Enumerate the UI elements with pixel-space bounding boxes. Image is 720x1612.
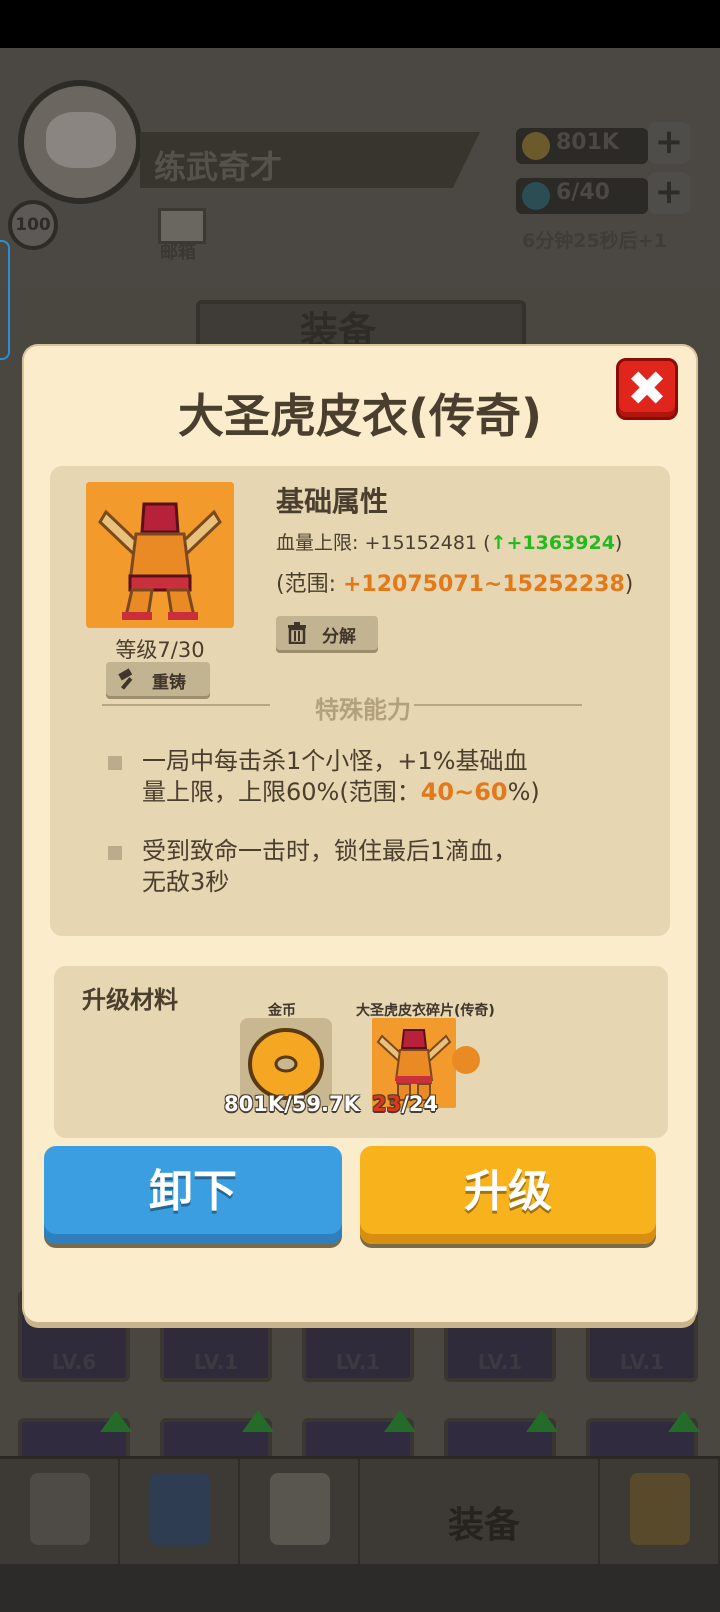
equipment-detail-modal: 大圣虎皮衣(传奇) ✖ 等级7/30 重铸 基础属性 血量上限: +151524… <box>24 346 696 1322</box>
special-ability-1: 一局中每击杀1个小怪，+1%基础血 量上限，上限60%(范围：40~60%) <box>142 746 540 808</box>
divider-right <box>414 704 582 706</box>
upgrade-arrow-icon <box>100 1410 132 1432</box>
slot-level: LV.1 <box>619 1350 665 1374</box>
shard-material-label: 大圣虎皮衣碎片(传奇) <box>356 1003 495 1019</box>
decompose-button[interactable]: 分解 <box>276 616 378 650</box>
slot-level: LV.1 <box>193 1350 239 1374</box>
special-ability-2: 受到致命一击时，锁住最后1滴血， 无敌3秒 <box>142 836 517 898</box>
system-nav-bar <box>0 1564 720 1612</box>
scroll-icon <box>30 1473 90 1545</box>
divider-left <box>102 704 270 706</box>
mail-label: 邮箱 <box>160 242 196 263</box>
upgrade-arrow-icon <box>384 1410 416 1432</box>
attributes-panel: 等级7/30 重铸 基础属性 血量上限: +15152481 (↑+136392… <box>50 466 670 936</box>
upgrade-arrow-icon <box>668 1410 700 1432</box>
side-tab[interactable] <box>0 240 10 360</box>
slot-level: LV.1 <box>477 1350 523 1374</box>
range-value: +12075071~15252238 <box>343 572 625 597</box>
bottom-nav <box>0 1456 720 1567</box>
add-gold-button[interactable]: + <box>648 122 690 164</box>
gold-material-count: 801K/59.7K <box>224 1092 360 1116</box>
hammer-icon <box>118 668 133 690</box>
tiger-skin-armor-icon <box>86 482 234 628</box>
ability-2-line-1: 受到致命一击时，锁住最后1滴血， <box>142 837 518 865</box>
ability-1-text: 量上限，上限60%(范围： <box>142 778 421 806</box>
hp-stat-line: 血量上限: +15152481 (↑+1363924) <box>276 528 622 555</box>
upgrade-button[interactable]: 升级 <box>360 1146 656 1244</box>
bullet-icon <box>108 756 122 770</box>
ability-2-line-2: 无敌3秒 <box>142 868 230 896</box>
shard-need: /24 <box>401 1092 439 1116</box>
upgrade-arrow-icon <box>526 1410 558 1432</box>
ability-1-line-1: 一局中每击杀1个小怪，+1%基础血 <box>142 747 528 775</box>
special-ability-title: 特殊能力 <box>315 696 411 724</box>
materials-title: 升级材料 <box>82 986 178 1014</box>
nav-battle[interactable] <box>240 1459 360 1567</box>
gold-material-label: 金币 <box>268 1003 296 1019</box>
nav-equipment-label: 装备 <box>448 1505 521 1546</box>
trash-icon <box>288 622 306 644</box>
hp-increase: +1363924 <box>506 532 615 554</box>
nav-task[interactable] <box>0 1459 120 1567</box>
coin-icon <box>522 132 550 160</box>
energy-icon <box>522 182 550 210</box>
armor-item-icon <box>86 482 234 628</box>
unequip-button[interactable]: 卸下 <box>44 1146 342 1244</box>
book-icon <box>150 1473 210 1545</box>
hp-close: ) <box>614 532 623 554</box>
nav-collect[interactable] <box>600 1459 720 1567</box>
shard-indicator-dot <box>452 1046 480 1074</box>
shard-have: 23 <box>372 1092 402 1116</box>
player-level-badge: 100 <box>8 200 58 250</box>
reforge-button[interactable]: 重铸 <box>106 662 210 696</box>
player-name: 练武奇才 <box>154 148 283 186</box>
range-open: (范围: <box>276 572 343 597</box>
hp-range-line: (范围: +12075071~15252238) <box>276 566 633 598</box>
upgrade-arrow-icon <box>242 1410 274 1432</box>
gold-amount: 801K <box>556 130 619 155</box>
slot-level: LV.1 <box>335 1350 381 1374</box>
increase-arrow-icon: ↑ <box>490 532 507 554</box>
item-level: 等级7/30 <box>115 638 205 662</box>
treasure-box-icon <box>630 1473 690 1545</box>
bullet-icon <box>108 846 122 860</box>
status-bar <box>0 0 720 48</box>
modal-title: 大圣虎皮衣(传奇) <box>177 389 543 443</box>
player-avatar[interactable] <box>18 80 142 204</box>
energy-timer: 6分钟25秒后+1 <box>522 230 667 252</box>
shard-material-count: 23/24 <box>372 1092 438 1116</box>
close-button[interactable]: ✖ <box>616 358 678 420</box>
base-attributes-title: 基础属性 <box>276 485 389 518</box>
avatar-face <box>46 112 116 168</box>
nav-train[interactable] <box>120 1459 240 1567</box>
ability-1-range: 40~60 <box>420 778 508 806</box>
ability-1-tail: %) <box>507 778 540 806</box>
reforge-label: 重铸 <box>152 673 186 693</box>
energy-amount: 6/40 <box>556 180 610 205</box>
range-close: ) <box>624 572 634 597</box>
upgrade-materials-panel: 升级材料 金币 801K/59.7K 大圣虎皮衣碎片(传奇) 23/24 <box>54 966 668 1138</box>
decompose-label: 分解 <box>322 627 356 647</box>
crossed-swords-icon <box>270 1473 330 1545</box>
add-energy-button[interactable]: + <box>648 172 690 214</box>
hp-label: 血量上限: +15152481 ( <box>276 532 491 554</box>
ability-1-line-2: 量上限，上限60%(范围：40~60%) <box>142 777 540 808</box>
slot-level: LV.6 <box>51 1350 97 1374</box>
